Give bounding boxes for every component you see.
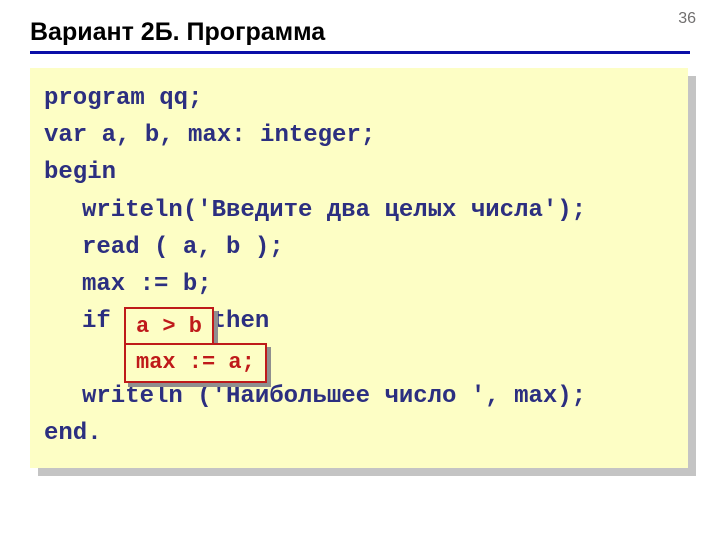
code-line: read ( a, b ); <box>44 229 670 266</box>
code-block: program qq; var a, b, max: integer; begi… <box>30 68 688 468</box>
code-box: program qq; var a, b, max: integer; begi… <box>30 68 688 468</box>
page-number: 36 <box>678 10 696 28</box>
answer-card-condition: a > b <box>124 307 214 347</box>
code-line: program qq; <box>44 80 670 117</box>
code-line: writeln('Введите два целых числа'); <box>44 192 670 229</box>
card-box: a > b <box>124 307 214 347</box>
code-line: end. <box>44 415 670 452</box>
slide: 36 Вариант 2Б. Программа program qq; var… <box>0 0 720 540</box>
code-line: var a, b, max: integer; <box>44 117 670 154</box>
slide-title: Вариант 2Б. Программа <box>30 18 690 47</box>
code-line: begin <box>44 154 670 191</box>
code-line: max := b; <box>44 266 670 303</box>
title-underline <box>30 51 690 54</box>
answer-card-assignment: max := a; <box>124 343 267 383</box>
if-keyword: if <box>82 308 125 335</box>
card-box: max := a; <box>124 343 267 383</box>
